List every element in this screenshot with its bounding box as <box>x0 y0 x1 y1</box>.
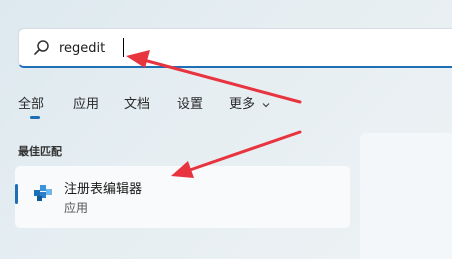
tab-all[interactable]: 全部 <box>18 93 44 112</box>
tab-documents[interactable]: 文档 <box>124 93 150 112</box>
tab-more-label: 更多 <box>229 97 256 112</box>
chevron-down-icon <box>262 102 270 107</box>
tab-more[interactable]: 更多 <box>229 93 271 112</box>
tab-apps[interactable]: 应用 <box>73 93 99 112</box>
text-caret <box>123 38 124 57</box>
details-pane <box>360 133 452 259</box>
registry-editor-icon <box>32 181 54 203</box>
search-box[interactable] <box>18 28 452 68</box>
search-input[interactable] <box>59 37 439 59</box>
selected-tab-indicator <box>30 116 40 119</box>
result-app-type: 应用 <box>64 201 89 215</box>
tab-settings[interactable]: 设置 <box>177 93 203 112</box>
search-icon <box>33 39 51 57</box>
selection-accent-bar <box>15 184 18 204</box>
best-match-result[interactable] <box>15 166 350 228</box>
result-app-name: 注册表编辑器 <box>64 182 143 197</box>
best-match-heading: 最佳匹配 <box>18 145 62 158</box>
